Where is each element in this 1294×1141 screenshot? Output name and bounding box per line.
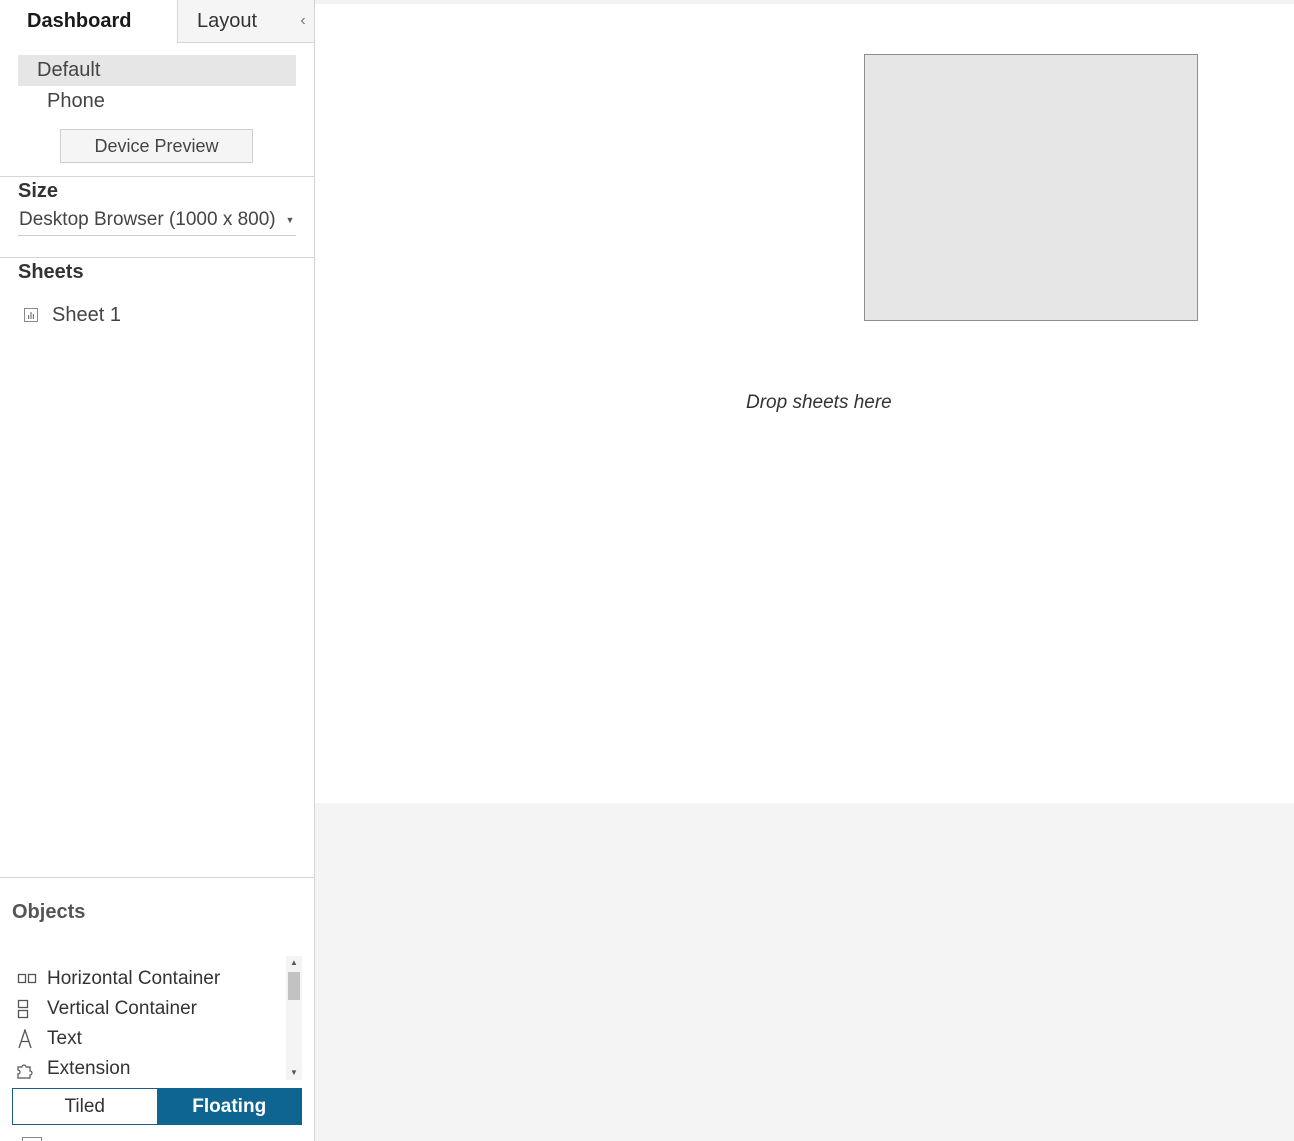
dashboard-canvas[interactable]: Drop sheets here	[315, 4, 1294, 803]
panel-divider	[0, 176, 314, 177]
tableau-dashboard-editor: Dashboard Layout ‹ Default Phone Device …	[0, 0, 1294, 1141]
object-item-label: Vertical Container	[47, 998, 197, 1019]
size-dropdown[interactable]: Desktop Browser (1000 x 800) ▼	[18, 206, 296, 236]
sheet-item-label: Sheet 1	[52, 304, 121, 326]
device-option-default[interactable]: Default	[18, 55, 296, 86]
layout-mode-toggle: Tiled Floating	[12, 1088, 302, 1125]
worksheet-icon	[24, 308, 38, 322]
objects-scrollbar[interactable]: ▲ ▼	[286, 956, 302, 1080]
sheets-section-title: Sheets	[18, 261, 84, 283]
show-dashboard-title-checkbox[interactable]	[22, 1137, 42, 1141]
panel-divider	[0, 877, 314, 878]
scroll-down-icon[interactable]: ▼	[286, 1066, 302, 1080]
object-item-extension[interactable]: Extension	[12, 1054, 284, 1084]
scrollbar-thumb[interactable]	[288, 972, 300, 1000]
horizontal-container-icon	[16, 969, 38, 989]
extension-icon	[16, 1059, 38, 1079]
dashboard-canvas-area: Drop sheets here	[315, 0, 1294, 1141]
drop-sheets-hint: Drop sheets here	[746, 392, 892, 413]
size-section-title: Size	[18, 180, 59, 202]
object-item-label: Extension	[47, 1058, 131, 1079]
object-item-label: Horizontal Container	[47, 968, 221, 989]
chevron-left-icon[interactable]: ‹	[296, 12, 310, 30]
scroll-up-icon[interactable]: ▲	[286, 956, 302, 970]
object-item-horizontal-container[interactable]: Horizontal Container	[12, 964, 284, 994]
dashboard-side-panel: Dashboard Layout ‹ Default Phone Device …	[0, 0, 315, 1141]
tab-dashboard[interactable]: Dashboard	[0, 0, 177, 43]
sheet-item-sheet-1[interactable]: Sheet 1	[24, 301, 294, 329]
object-item-text[interactable]: Text	[12, 1024, 284, 1054]
device-option-phone[interactable]: Phone	[18, 86, 296, 117]
tab-layout[interactable]: Layout	[177, 0, 314, 43]
object-item-vertical-container[interactable]: Vertical Container	[12, 994, 284, 1024]
size-dropdown-value: Desktop Browser (1000 x 800)	[19, 209, 276, 230]
objects-section-title: Objects	[12, 901, 86, 923]
panel-divider	[0, 257, 314, 258]
floating-object-placeholder[interactable]	[864, 54, 1198, 321]
tiled-button[interactable]: Tiled	[12, 1088, 157, 1125]
device-preview-button[interactable]: Device Preview	[60, 129, 253, 163]
object-item-label: Text	[47, 1028, 82, 1049]
vertical-container-icon	[16, 999, 38, 1019]
caret-down-icon: ▼	[285, 215, 295, 225]
panel-tab-bar: Dashboard Layout ‹	[0, 0, 314, 43]
floating-button[interactable]: Floating	[156, 1088, 302, 1125]
text-icon	[16, 1027, 38, 1049]
objects-list: Horizontal Container Vertical Container	[12, 962, 284, 1082]
